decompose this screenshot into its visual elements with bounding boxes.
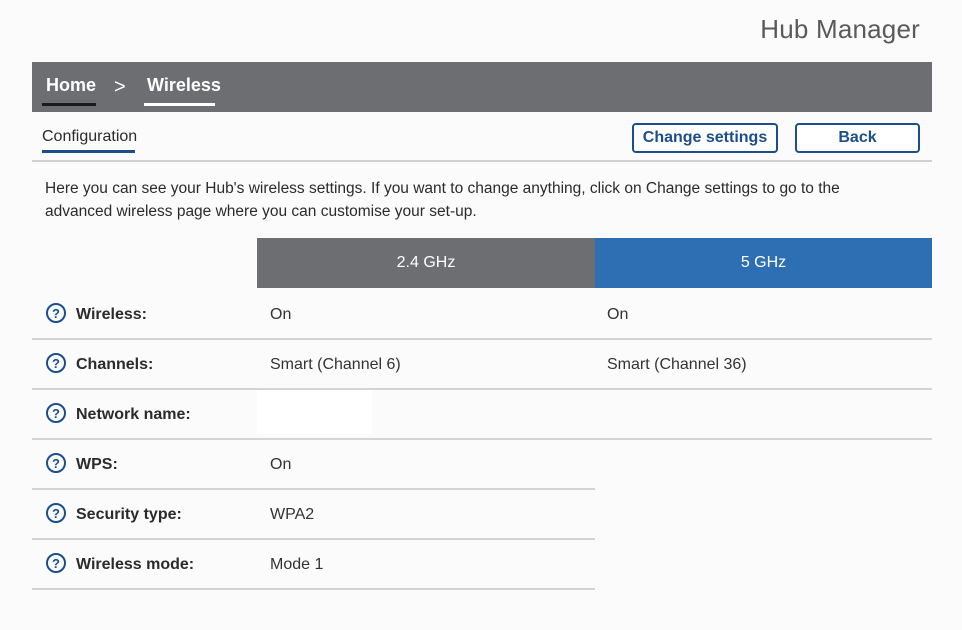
help-icon[interactable]: ?: [46, 403, 66, 423]
row-label: Wireless:: [76, 306, 147, 323]
value-2-4ghz: On: [270, 456, 292, 473]
breadcrumb-home-underline: [42, 103, 96, 106]
value-5ghz: On: [607, 306, 629, 323]
help-icon[interactable]: ?: [46, 453, 66, 473]
value-2-4ghz: Smart (Channel 6): [270, 356, 401, 373]
table-row-wireless-mode: ? Wireless mode: Mode 1: [32, 540, 595, 590]
row-label: Wireless mode:: [76, 556, 195, 573]
value-2-4ghz: On: [270, 306, 292, 323]
value-2-4ghz: WPA2: [270, 506, 315, 523]
help-icon[interactable]: ?: [46, 303, 66, 323]
band-header-5ghz: 5 GHz: [595, 238, 932, 288]
app-title: Hub Manager: [760, 14, 920, 44]
row-label: Network name:: [76, 406, 191, 423]
sub-navigation: Configuration Change settings Back: [32, 112, 932, 162]
breadcrumb-bar: Home > Wireless: [32, 62, 932, 112]
value-2-4ghz: Mode 1: [270, 556, 324, 573]
band-header-2-4ghz: 2.4 GHz: [257, 238, 595, 288]
table-row-channels: ? Channels: Smart (Channel 6) Smart (Cha…: [32, 340, 932, 390]
intro-text: Here you can see your Hub's wireless set…: [45, 180, 840, 220]
breadcrumb-wireless[interactable]: Wireless: [147, 75, 221, 96]
tab-configuration-underline: [42, 150, 135, 153]
help-icon[interactable]: ?: [46, 553, 66, 573]
table-row-wps: ? WPS: On: [32, 440, 595, 490]
value-5ghz: Smart (Channel 36): [607, 356, 747, 373]
help-icon[interactable]: ?: [46, 503, 66, 523]
table-row-security-type: ? Security type: WPA2: [32, 490, 595, 540]
table-row-network-name: ? Network name:: [32, 390, 932, 440]
tab-configuration[interactable]: Configuration: [42, 128, 137, 146]
row-label: Channels:: [76, 356, 154, 373]
breadcrumb-wireless-underline: [144, 103, 215, 106]
table-row-wireless: ? Wireless: On On: [32, 290, 932, 340]
row-label: Security type:: [76, 506, 182, 523]
change-settings-button[interactable]: Change settings: [632, 123, 778, 153]
redacted-network-name: [257, 390, 372, 434]
chevron-right-icon: >: [114, 76, 126, 98]
help-icon[interactable]: ?: [46, 353, 66, 373]
breadcrumb-home[interactable]: Home: [46, 75, 96, 96]
back-button[interactable]: Back: [795, 123, 920, 153]
row-label: WPS:: [76, 456, 118, 473]
